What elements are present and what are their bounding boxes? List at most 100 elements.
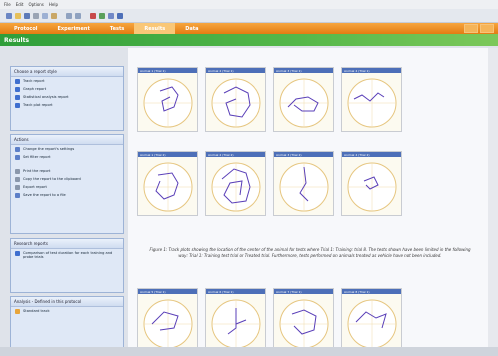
- track-plot: Animal 4 (Trial 1): [341, 67, 402, 132]
- item-label: Graph report: [23, 87, 47, 91]
- menu-help[interactable]: Help: [49, 2, 58, 7]
- track-plot-graphic: [211, 299, 261, 349]
- menu-file[interactable]: File: [4, 2, 11, 7]
- protocol-analysis-panel: Analysis - Defined in this protocol Stan…: [10, 296, 124, 350]
- menu-edit[interactable]: Edit: [16, 2, 24, 7]
- tab-experiment[interactable]: Experiment: [48, 23, 100, 34]
- action-item[interactable]: Print the report: [11, 167, 123, 175]
- save-icon: [15, 192, 20, 198]
- action-item[interactable]: Set filter report: [11, 153, 123, 161]
- tab-controls: [464, 24, 498, 33]
- track-plot: Animal 5 (Trial 1): [137, 288, 198, 353]
- settings-icon[interactable]: [108, 12, 114, 19]
- paste-icon[interactable]: [51, 12, 57, 19]
- track-plot-graphic: [279, 162, 329, 212]
- filter-icon[interactable]: [99, 12, 105, 19]
- plot-row-3: Animal 5 (Trial 1) Animal 6 (Trial 1) An…: [137, 288, 402, 353]
- item-label: Save the report to a file: [23, 193, 66, 197]
- panel-title: Research reports: [11, 239, 123, 249]
- report-icon: [15, 78, 20, 84]
- chart-icon: [15, 250, 20, 256]
- actions-panel: Actions Change the report's settings Set…: [10, 134, 124, 234]
- track-plot-graphic: [143, 162, 193, 212]
- results-header: Results: [0, 34, 498, 46]
- export-icon: [15, 184, 20, 190]
- track-icon: [15, 102, 20, 108]
- report-style-item[interactable]: Track plot report: [11, 101, 123, 109]
- help-icon[interactable]: [117, 12, 123, 19]
- research-reports-panel: Research reports Comparison of test dura…: [10, 238, 124, 293]
- track-plot: Animal 6 (Trial 1): [205, 288, 266, 353]
- panel-title: Analysis - Defined in this protocol: [11, 297, 123, 307]
- track-plot: Animal 3 (Trial 2): [273, 151, 334, 216]
- item-label: Copy the report to the clipboard: [23, 177, 81, 181]
- panel-title: Choose a report style: [11, 67, 123, 77]
- redo-icon[interactable]: [75, 12, 81, 19]
- item-label: Export report: [23, 185, 47, 189]
- page-title: Results: [4, 37, 30, 44]
- item-label: Statistical analysis report: [23, 95, 69, 99]
- settings-icon: [15, 146, 20, 152]
- track-plot: Animal 4 (Trial 2): [341, 151, 402, 216]
- save-icon[interactable]: [24, 12, 30, 19]
- report-style-item[interactable]: Statistical analysis report: [11, 93, 123, 101]
- track-plot-graphic: [211, 78, 261, 128]
- plot-row-2: Animal 1 (Trial 2) Animal 2 (Trial 2) An…: [137, 151, 402, 216]
- protocol-item[interactable]: Standard track: [11, 307, 123, 315]
- vertical-scrollbar[interactable]: [488, 48, 498, 348]
- graph-icon: [15, 86, 20, 92]
- chart-icon[interactable]: [90, 12, 96, 19]
- tab-results[interactable]: Results: [134, 23, 176, 34]
- track-plot-graphic: [143, 299, 193, 349]
- track-plot: Animal 1 (Trial 1): [137, 67, 198, 132]
- sidebar: Choose a report style Track report Graph…: [10, 66, 124, 350]
- tab-protocol[interactable]: Protocol: [4, 23, 48, 34]
- track-plot-graphic: [279, 78, 329, 128]
- track-plot: Animal 3 (Trial 1): [273, 67, 334, 132]
- track-plot-graphic: [347, 78, 397, 128]
- print-icon[interactable]: [33, 12, 39, 19]
- menu-options[interactable]: Options: [28, 2, 43, 7]
- track-plot-graphic: [279, 299, 329, 349]
- track-plot: Animal 8 (Trial 1): [341, 288, 402, 353]
- action-item[interactable]: Export report: [11, 183, 123, 191]
- track-plot-graphic: [347, 299, 397, 349]
- main-tabs: Protocol Experiment Tests Results Data: [0, 23, 498, 34]
- item-label: Set filter report: [23, 155, 51, 159]
- item-label: Standard track: [23, 309, 50, 313]
- action-item[interactable]: Save the report to a file: [11, 191, 123, 199]
- new-icon[interactable]: [6, 12, 12, 19]
- item-label: Change the report's settings: [23, 147, 75, 151]
- item-label: Track plot report: [23, 103, 53, 107]
- track-plot: Animal 7 (Trial 1): [273, 288, 334, 353]
- action-item[interactable]: Change the report's settings: [11, 145, 123, 153]
- undo-icon[interactable]: [66, 12, 72, 19]
- research-report-item[interactable]: Comparison of test duration for each tra…: [11, 249, 123, 260]
- track-plot-graphic: [347, 162, 397, 212]
- tab-control-button[interactable]: [480, 24, 494, 33]
- track-plot-graphic: [143, 78, 193, 128]
- report-style-panel: Choose a report style Track report Graph…: [10, 66, 124, 131]
- item-label: Comparison of test duration for each tra…: [23, 250, 113, 259]
- open-icon[interactable]: [15, 12, 21, 19]
- plot-row-1: Animal 1 (Trial 1) Animal 2 (Trial 1) An…: [137, 67, 402, 132]
- status-bar: [0, 347, 498, 356]
- toolbar: [0, 9, 498, 23]
- track-plot-graphic: [211, 162, 261, 212]
- item-label: Print the report: [23, 169, 51, 173]
- report-style-item[interactable]: Graph report: [11, 85, 123, 93]
- tab-tests[interactable]: Tests: [100, 23, 134, 34]
- track-plot: Animal 1 (Trial 2): [137, 151, 198, 216]
- tab-control-button[interactable]: [464, 24, 478, 33]
- folder-icon: [15, 308, 20, 314]
- track-plot: Animal 2 (Trial 2): [205, 151, 266, 216]
- report-style-item[interactable]: Track report: [11, 77, 123, 85]
- tab-data[interactable]: Data: [175, 23, 208, 34]
- track-plot: Animal 2 (Trial 1): [205, 67, 266, 132]
- copy-icon[interactable]: [42, 12, 48, 19]
- print-icon: [15, 168, 20, 174]
- action-item[interactable]: Copy the report to the clipboard: [11, 175, 123, 183]
- item-label: Track report: [23, 79, 45, 83]
- stats-icon: [15, 94, 20, 100]
- panel-title: Actions: [11, 135, 123, 145]
